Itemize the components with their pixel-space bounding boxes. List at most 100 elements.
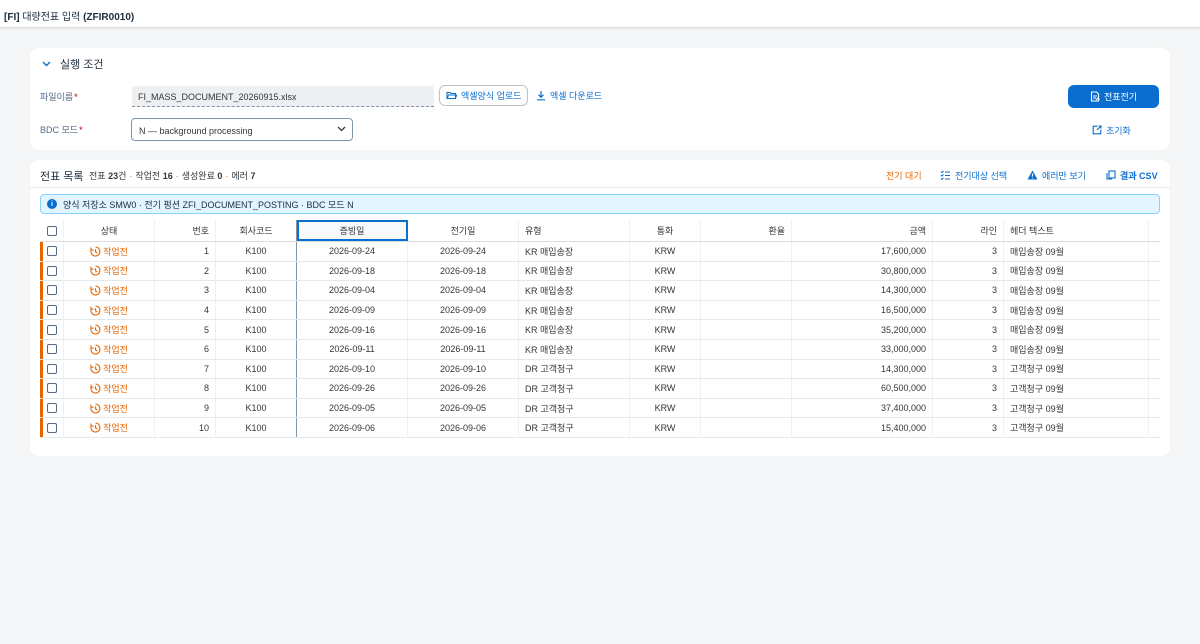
column-header-type[interactable]: 유형 [519, 220, 630, 241]
row-checkbox[interactable] [46, 246, 57, 257]
status-text: 작업전 [103, 403, 128, 414]
column-header-rate[interactable]: 환율 [701, 220, 792, 241]
row-checkbox[interactable] [46, 265, 57, 276]
column-header-header-text[interactable]: 헤더 텍스트 [1004, 220, 1149, 241]
exchange-rate-cell [701, 242, 792, 261]
status-cell: 작업전 [64, 261, 155, 281]
row-checkbox[interactable] [46, 383, 57, 394]
reset-label: 초기화 [1106, 125, 1131, 136]
status-cell: 작업전 [64, 418, 155, 437]
info-text: 양식 저장소 SMW0 · 전기 펑션 ZFI_DOCUMENT_POSTING… [63, 199, 354, 210]
row-select-cell [40, 300, 64, 320]
amount-cell: 14,300,000 [792, 281, 933, 300]
company-code-cell: K100 [216, 300, 297, 320]
bdc-mode-label: BDC 모드* [40, 125, 83, 135]
row-select-cell [40, 379, 64, 398]
post-date-cell: 2026-09-18 [408, 261, 519, 281]
column-header-doc-date[interactable]: 증빙일 [297, 220, 408, 241]
doc-type-cell: DR 고객청구 [519, 379, 630, 398]
pending-clock-icon [90, 383, 101, 394]
currency-cell: KRW [630, 261, 701, 281]
pending-clock-icon [90, 403, 101, 414]
column-header-lines[interactable]: 라인 [933, 220, 1004, 241]
number-cell: 7 [155, 359, 216, 379]
table-row[interactable]: 작업전 7 K100 2026-09-10 2026-09-10 DR 고객청구 KRW 14… [40, 359, 1160, 380]
status-text: 작업전 [103, 325, 128, 336]
column-header-post-date[interactable]: 전기일 [408, 220, 519, 241]
column-header-currency[interactable]: 통화 [630, 220, 701, 241]
status-badge: 작업전 [90, 245, 128, 258]
reset-button[interactable]: 초기화 [1092, 122, 1131, 138]
doc-type-cell: KR 매입송장 [519, 281, 630, 300]
pending-clock-icon [90, 305, 101, 316]
row-checkbox[interactable] [46, 305, 57, 316]
table-row[interactable]: 작업전 5 K100 2026-09-16 2026-09-16 KR 매입송장 KRW 35… [40, 320, 1160, 340]
table-row[interactable]: 작업전 3 K100 2026-09-04 2026-09-04 KR 매입송장 KRW 14… [40, 281, 1160, 301]
bdc-mode-select[interactable]: N — background processing [131, 118, 353, 141]
conditions-header[interactable]: 실행 조건 [38, 56, 104, 72]
doc-date-cell: 2026-09-10 [297, 359, 408, 379]
table-row[interactable]: 작업전 8 K100 2026-09-26 2026-09-26 DR 고객청구 KRW 60… [40, 379, 1160, 399]
status-text: 작업전 [103, 344, 128, 355]
number-cell: 3 [155, 281, 216, 300]
row-checkbox[interactable] [46, 422, 57, 433]
post-documents-button[interactable]: 전표전기 [1068, 85, 1159, 108]
show-errors-button[interactable]: 에러만 보기 [1027, 168, 1086, 182]
column-header-company[interactable]: 회사코드 [216, 220, 297, 241]
copy-export-icon [1106, 170, 1116, 180]
pending-clock-icon [90, 324, 101, 335]
status-cell: 작업전 [64, 242, 155, 261]
column-header-status[interactable]: 상태 [64, 220, 155, 241]
exchange-rate-cell [701, 418, 792, 437]
amount-cell: 37,400,000 [792, 398, 933, 418]
exchange-rate-cell [701, 379, 792, 398]
file-name-label: 파일이름* [40, 92, 78, 102]
row-select-cell [40, 261, 64, 281]
table-row[interactable]: 작업전 1 K100 2026-09-24 2026-09-24 KR 매입송장 KRW 17… [40, 242, 1160, 262]
number-cell: 1 [155, 242, 216, 261]
company-code-cell: K100 [216, 261, 297, 281]
post-date-cell: 2026-09-16 [408, 320, 519, 339]
row-checkbox[interactable] [46, 285, 57, 296]
download-icon [537, 91, 545, 101]
excel-upload-button[interactable]: 엑셀양식 업로드 [439, 85, 529, 106]
company-code-cell: K100 [216, 320, 297, 339]
created-count: 0 [217, 171, 223, 181]
currency-cell: KRW [630, 359, 701, 379]
table-row[interactable]: 작업전 6 K100 2026-09-11 2026-09-11 KR 매입송장 KRW 33… [40, 340, 1160, 360]
line-count-cell: 3 [933, 300, 1004, 320]
amount-cell: 16,500,000 [792, 300, 933, 320]
select-all-checkbox[interactable] [46, 225, 57, 236]
line-count-cell: 3 [933, 340, 1004, 359]
doc-date-cell: 2026-09-11 [297, 340, 408, 359]
column-header-amount[interactable]: 금액 [792, 220, 933, 241]
post-date-cell: 2026-09-11 [408, 340, 519, 359]
post-date-cell: 2026-09-09 [408, 300, 519, 320]
row-select-cell [40, 242, 64, 261]
export-csv-button[interactable]: 결과 CSV [1106, 168, 1158, 182]
table-row[interactable]: 작업전 10 K100 2026-09-06 2026-09-06 DR 고객청구 KRW 1… [40, 418, 1160, 438]
post-date-cell: 2026-09-26 [408, 379, 519, 398]
row-checkbox[interactable] [46, 344, 57, 355]
excel-download-button[interactable]: 엑셀 다운로드 [536, 85, 602, 106]
row-checkbox[interactable] [46, 363, 57, 374]
bdc-mode-value: N — background processing [139, 126, 253, 136]
status-badge: 작업전 [90, 343, 128, 356]
chevron-down-icon[interactable] [38, 57, 54, 71]
row-checkbox[interactable] [46, 403, 57, 414]
excel-upload-label: 엑셀양식 업로드 [461, 91, 522, 101]
table-header-row: 상태 번호 회사코드 증빙일 전기일 유형 통화 환율 금액 라인 헤더 텍스트 [40, 220, 1160, 242]
status-cell: 작업전 [64, 300, 155, 320]
table-row[interactable]: 작업전 9 K100 2026-09-05 2026-09-05 DR 고객청구 KRW 37… [40, 398, 1160, 419]
table-row[interactable]: 작업전 2 K100 2026-09-18 2026-09-18 KR 매입송장 KRW 30… [40, 261, 1160, 282]
table-row[interactable]: 작업전 4 K100 2026-09-09 2026-09-09 KR 매입송장 KRW 16… [40, 300, 1160, 321]
column-header-number[interactable]: 번호 [155, 220, 216, 241]
number-cell: 10 [155, 418, 216, 437]
select-targets-button[interactable]: 전기대상 선택 [940, 168, 1007, 182]
post-wait-status: 전기 대기 [886, 170, 922, 181]
number-cell: 4 [155, 300, 216, 320]
row-checkbox[interactable] [46, 324, 57, 335]
file-name-field[interactable]: FI_MASS_DOCUMENT_20260915.xlsx [132, 86, 434, 107]
status-text: 작업전 [103, 364, 128, 375]
row-select-cell [40, 398, 64, 418]
